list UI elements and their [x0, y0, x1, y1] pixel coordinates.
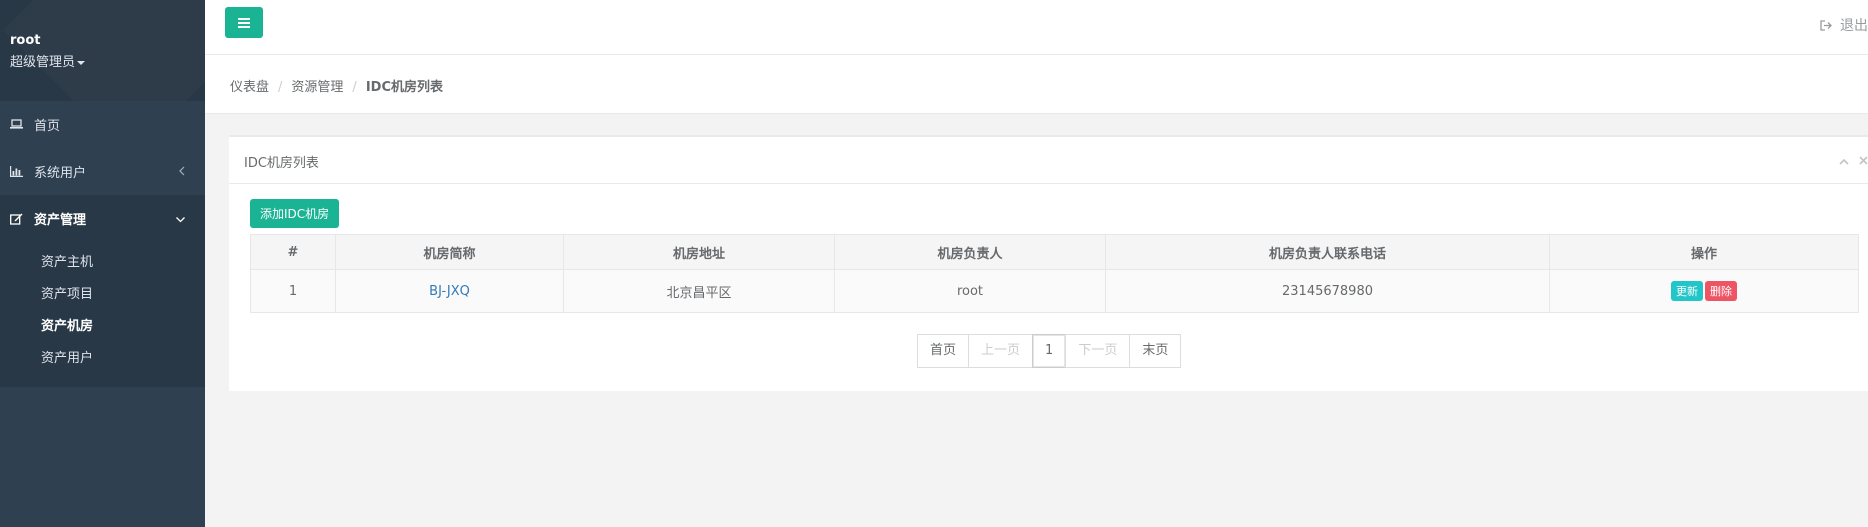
- user-role-dropdown[interactable]: 超级管理员: [10, 51, 205, 70]
- asset-submenu: 资产主机 资产项目 资产机房 资产用户: [0, 242, 205, 387]
- table-header-row: # 机房简称 机房地址 机房负责人 机房负责人联系电话 操作: [250, 234, 1859, 270]
- column-header-phone: 机房负责人联系电话: [1105, 234, 1550, 270]
- breadcrumb: 仪表盘 / 资源管理 / IDC机房列表: [205, 55, 1868, 114]
- cell-actions: 更新 删除: [1549, 269, 1859, 313]
- top-navbar: 退出: [205, 0, 1868, 55]
- close-icon[interactable]: [1859, 154, 1868, 168]
- edit-icon: [10, 213, 28, 225]
- breadcrumb-separator: /: [278, 80, 283, 95]
- column-header-actions: 操作: [1549, 234, 1859, 270]
- cell-owner: root: [834, 269, 1106, 313]
- nav-item-system-users[interactable]: 系统用户: [0, 148, 205, 195]
- column-header-name: 机房简称: [335, 234, 564, 270]
- subnav-item-asset-hosts[interactable]: 资产主机: [0, 247, 205, 279]
- breadcrumb-current: IDC机房列表: [365, 80, 443, 95]
- page-next-button[interactable]: 下一页: [1065, 334, 1131, 368]
- nav-item-home[interactable]: 首页: [0, 101, 205, 148]
- delete-button[interactable]: 删除: [1705, 281, 1737, 301]
- page-prev-button[interactable]: 上一页: [968, 334, 1034, 368]
- page-first-button[interactable]: 首页: [917, 334, 970, 368]
- panel-header: IDC机房列表: [229, 137, 1868, 184]
- hamburger-icon: [238, 17, 250, 28]
- breadcrumb-dashboard[interactable]: 仪表盘: [230, 80, 269, 95]
- cell-name: BJ-JXQ: [335, 269, 564, 313]
- column-header-address: 机房地址: [563, 234, 835, 270]
- sidebar-toggle-button[interactable]: [225, 7, 263, 38]
- cell-phone: 23145678980: [1105, 269, 1550, 313]
- user-role-label: 超级管理员: [10, 55, 76, 70]
- user-name: root: [10, 33, 41, 48]
- logout-label: 退出: [1840, 18, 1868, 34]
- nav-item-home-label: 首页: [34, 119, 61, 134]
- table-row: 1 BJ-JXQ 北京昌平区 root 23145678980 更新 删除: [250, 269, 1859, 313]
- chevron-left-icon: [179, 165, 185, 178]
- idc-list-panel: IDC机房列表 添加IDC机房 # 机房简称 机房地址 机房负责人 机房负责人联…: [229, 135, 1868, 391]
- nav-item-system-users-label: 系统用户: [34, 166, 87, 181]
- nav-item-asset-management[interactable]: 资产管理: [0, 195, 205, 242]
- column-header-index: #: [250, 234, 336, 270]
- cell-index: 1: [250, 269, 336, 313]
- column-header-owner: 机房负责人: [834, 234, 1106, 270]
- subnav-item-asset-projects[interactable]: 资产项目: [0, 279, 205, 311]
- breadcrumb-separator: /: [352, 80, 357, 95]
- update-button[interactable]: 更新: [1671, 281, 1703, 301]
- panel-tools: [1839, 154, 1868, 168]
- collapse-icon[interactable]: [1839, 154, 1849, 168]
- add-idc-button[interactable]: 添加IDC机房: [250, 199, 340, 228]
- cell-address: 北京昌平区: [563, 269, 835, 313]
- subnav-item-asset-idc[interactable]: 资产机房: [0, 311, 205, 343]
- sign-out-icon: [1820, 19, 1832, 31]
- idc-table: # 机房简称 机房地址 机房负责人 机房负责人联系电话 操作 1 BJ-JXQ …: [250, 234, 1859, 313]
- chevron-down-icon: [176, 212, 185, 225]
- subnav-item-asset-users[interactable]: 资产用户: [0, 343, 205, 375]
- laptop-icon: [10, 119, 28, 130]
- sidebar: root 超级管理员 首页 系统用户 资产管理 资产主机 资产项目 资产机房 资…: [0, 0, 205, 527]
- caret-down-icon: [77, 60, 86, 65]
- bar-chart-icon: [10, 166, 28, 177]
- idc-name-link[interactable]: BJ-JXQ: [429, 284, 470, 299]
- logout-link[interactable]: 退出: [1820, 15, 1868, 35]
- user-profile: root 超级管理员: [0, 0, 205, 101]
- page-current-button[interactable]: 1: [1032, 334, 1067, 368]
- panel-title: IDC机房列表: [244, 156, 319, 171]
- breadcrumb-resource-management[interactable]: 资源管理: [291, 80, 343, 95]
- page-last-button[interactable]: 末页: [1129, 334, 1182, 368]
- nav-item-asset-management-label: 资产管理: [34, 213, 87, 228]
- pagination: 首页 上一页 1 下一页 末页: [917, 334, 1182, 368]
